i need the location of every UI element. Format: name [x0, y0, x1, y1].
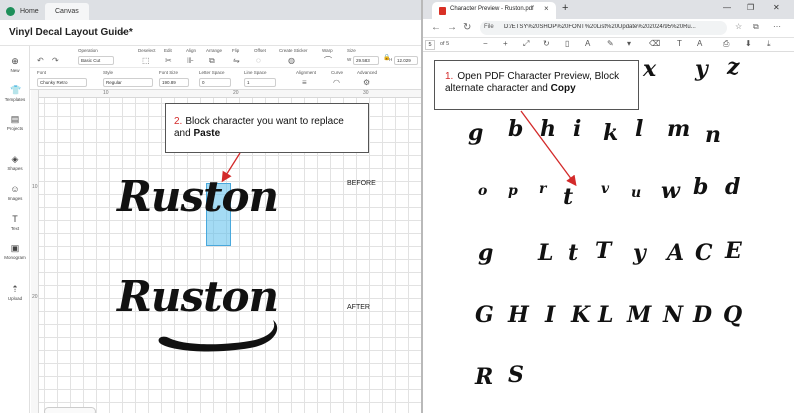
arrow-to-pdf-glyph	[520, 110, 577, 187]
arrow-to-canvas-character	[221, 152, 241, 183]
callout-arrows	[221, 110, 577, 187]
screenshot-root: Home Canvas Vinyl Decal Layout Guide* ⌄ …	[0, 0, 794, 413]
